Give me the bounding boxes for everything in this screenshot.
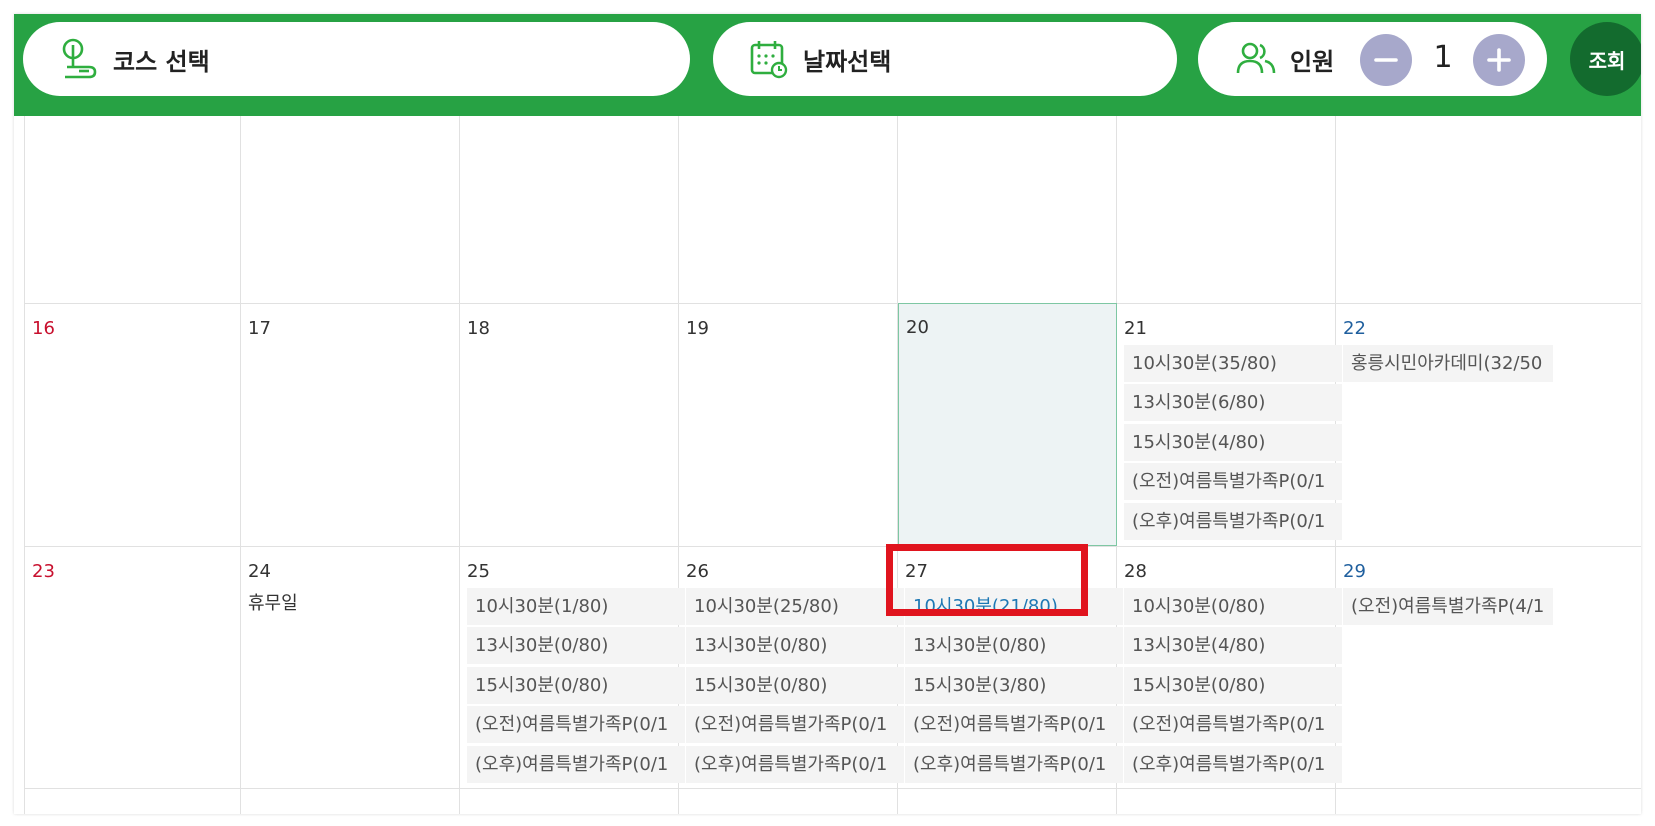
day-cell[interactable]: 22 홍릉시민아카데미(32/50: [1335, 304, 1641, 546]
selected-time-slot-link[interactable]: 10시30분(21/80): [905, 588, 1123, 625]
decrease-button[interactable]: [1360, 34, 1412, 86]
day-cell[interactable]: 18: [459, 304, 678, 546]
time-slot[interactable]: 13시30분(0/80): [905, 627, 1123, 664]
time-slot[interactable]: 10시30분(25/80): [686, 588, 904, 625]
increase-button[interactable]: [1473, 34, 1525, 86]
time-slot[interactable]: 10시30분(0/80): [1124, 588, 1342, 625]
time-slot[interactable]: (오전)여름특별가족P(0/1: [905, 706, 1123, 743]
day-cell[interactable]: 16: [24, 304, 240, 546]
calendar-clock-icon: [749, 39, 789, 79]
day-number: 19: [686, 318, 709, 339]
date-select[interactable]: 날짜선택: [713, 22, 1177, 96]
day-cell[interactable]: 27 10시30분(21/80) 13시30분(0/80) 15시30분(3/8…: [897, 547, 1123, 788]
course-select-label: 코스 선택: [113, 47, 210, 76]
day-cell[interactable]: 17: [240, 304, 459, 546]
search-button[interactable]: 조회: [1570, 22, 1641, 96]
time-slot[interactable]: (오후)여름특별가족P(0/1: [1124, 746, 1342, 783]
search-toolbar: 코스 선택 날짜선택 인원 1 조회: [14, 14, 1641, 116]
time-slot[interactable]: (오후)여름특별가족P(0/1: [686, 746, 904, 783]
day-number: 22: [1343, 318, 1366, 339]
time-slot[interactable]: 13시30분(0/80): [467, 627, 685, 664]
time-slot[interactable]: 10시30분(1/80): [467, 588, 685, 625]
day-cell[interactable]: 28 10시30분(0/80) 13시30분(4/80) 15시30분(0/80…: [1116, 547, 1342, 788]
users-icon: [1236, 39, 1276, 79]
time-slot[interactable]: (오후)여름특별가족P(0/1: [905, 746, 1123, 783]
grid-line: [24, 788, 1641, 789]
day-number: 26: [686, 561, 709, 582]
day-number: 28: [1124, 561, 1147, 582]
people-count: 1: [1433, 40, 1453, 75]
day-number: 23: [32, 561, 55, 582]
time-slot[interactable]: (오후)여름특별가족P(0/1: [467, 746, 685, 783]
day-number: 25: [467, 561, 490, 582]
closed-day-note: 휴무일: [248, 593, 298, 614]
time-slot[interactable]: 13시30분(4/80): [1124, 627, 1342, 664]
time-slot[interactable]: (오전)여름특별가족P(0/1: [1124, 463, 1342, 500]
time-slot[interactable]: 15시30분(3/80): [905, 667, 1123, 704]
time-slot[interactable]: (오전)여름특별가족P(4/1: [1343, 588, 1553, 625]
date-select-label: 날짜선택: [803, 47, 892, 76]
tree-map-icon: [59, 38, 99, 79]
time-slot[interactable]: 15시30분(0/80): [686, 667, 904, 704]
day-number: 24: [248, 561, 271, 582]
day-number: 27: [905, 561, 928, 582]
time-slot[interactable]: 15시30분(0/80): [1124, 667, 1342, 704]
day-number: 16: [32, 318, 55, 339]
day-cell[interactable]: 29 (오전)여름특별가족P(4/1: [1335, 547, 1641, 788]
minus-icon: [1374, 58, 1398, 62]
day-cell[interactable]: 23: [24, 547, 240, 788]
course-select[interactable]: 코스 선택: [23, 22, 690, 96]
time-slot[interactable]: (오전)여름특별가족P(0/1: [1124, 706, 1342, 743]
day-cell[interactable]: 25 10시30분(1/80) 13시30분(0/80) 15시30분(0/80…: [459, 547, 685, 788]
day-cell-today[interactable]: 20: [898, 303, 1117, 546]
day-cell[interactable]: 26 10시30분(25/80) 13시30분(0/80) 15시30분(0/8…: [678, 547, 904, 788]
day-number: 21: [1124, 318, 1147, 339]
time-slot[interactable]: 10시30분(35/80): [1124, 345, 1342, 382]
time-slot[interactable]: (오전)여름특별가족P(0/1: [467, 706, 685, 743]
day-number: 20: [906, 317, 929, 338]
people-label: 인원: [1290, 47, 1335, 76]
reservation-frame: 코스 선택 날짜선택 인원 1 조회 16 17 18 19 20 21 10시…: [14, 14, 1641, 814]
time-slot[interactable]: 15시30분(4/80): [1124, 424, 1342, 461]
day-number: 29: [1343, 561, 1366, 582]
time-slot[interactable]: 13시30분(6/80): [1124, 384, 1342, 421]
time-slot[interactable]: 홍릉시민아카데미(32/50: [1343, 345, 1553, 382]
day-cell[interactable]: 19: [678, 304, 897, 546]
time-slot[interactable]: 15시30분(0/80): [467, 667, 685, 704]
time-slot[interactable]: (오전)여름특별가족P(0/1: [686, 706, 904, 743]
time-slot[interactable]: 13시30분(0/80): [686, 627, 904, 664]
day-number: 18: [467, 318, 490, 339]
people-stepper: 인원 1: [1198, 22, 1547, 96]
calendar-grid: 16 17 18 19 20 21 10시30분(35/80) 13시30분(6…: [24, 116, 1641, 814]
day-number: 17: [248, 318, 271, 339]
day-cell[interactable]: 21 10시30분(35/80) 13시30분(6/80) 15시30분(4/8…: [1116, 304, 1342, 546]
plus-icon: [1487, 48, 1511, 72]
time-slot[interactable]: (오후)여름특별가족P(0/1: [1124, 503, 1342, 540]
day-cell[interactable]: 24 휴무일: [240, 547, 459, 788]
